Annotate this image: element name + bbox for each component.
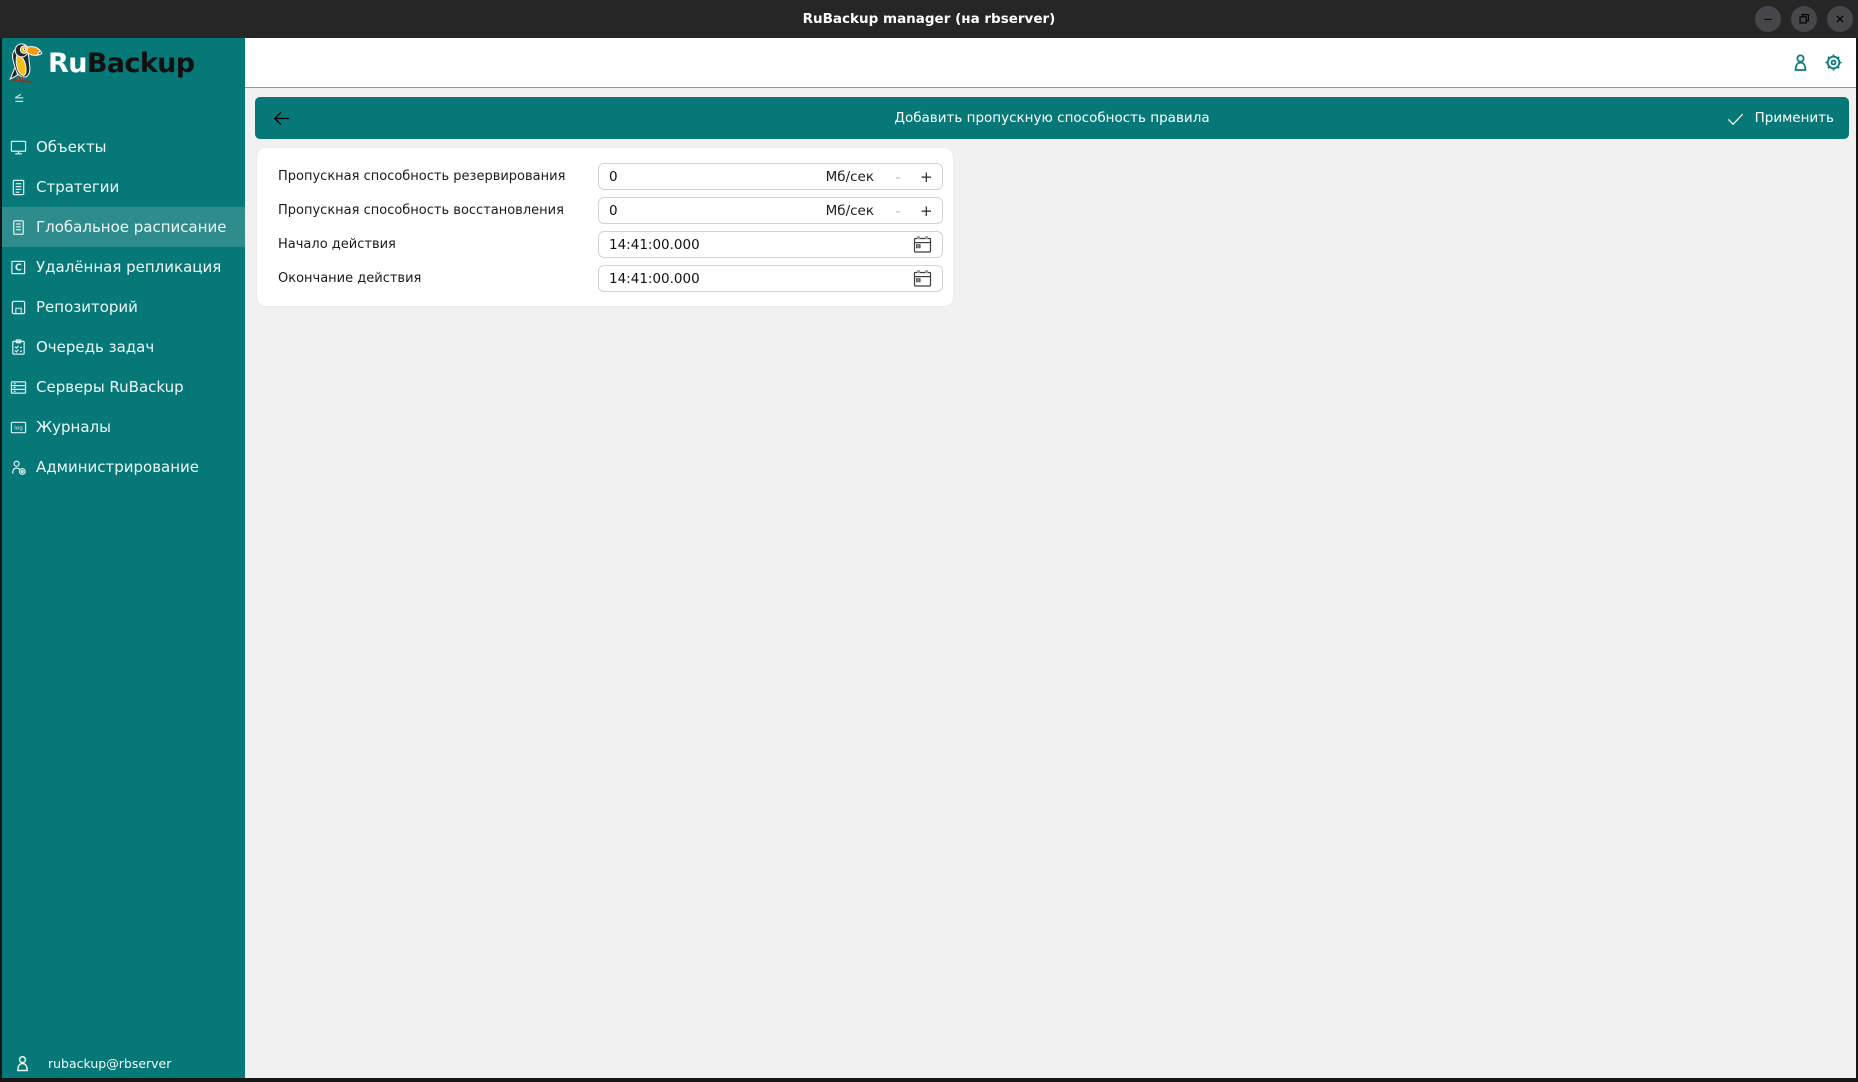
collapse-row	[0, 88, 245, 110]
sidebar-item-remote-replication[interactable]: C Удалённая репликация	[0, 247, 245, 287]
window-border-left	[0, 38, 2, 1082]
field-value: 0	[609, 202, 618, 219]
sidebar-item-task-queue[interactable]: Очередь задач	[0, 327, 245, 367]
servers-icon	[10, 379, 27, 396]
form-rows: Пропускная способность резервирования 0 Мб…	[278, 163, 953, 292]
field-label: Начало действия	[278, 237, 396, 252]
backup-bandwidth-input[interactable]: 0 Мб/сек - +	[598, 163, 943, 190]
restore-button[interactable]	[1791, 6, 1817, 32]
top-toolbar	[245, 38, 1858, 88]
logo-ru: Ru	[48, 47, 87, 79]
sidebar-item-label: Администрирование	[36, 458, 200, 476]
schedule-icon	[10, 219, 27, 236]
sidebar-item-label: Репозиторий	[36, 298, 138, 316]
sidebar-item-logs[interactable]: log Журналы	[0, 407, 245, 447]
repository-icon	[10, 299, 27, 316]
start-time-input[interactable]: 14:41:00.000 0	[598, 231, 943, 258]
user-row: rubackup@rbserver	[13, 1054, 171, 1073]
sidebar-item-objects[interactable]: Объекты	[0, 127, 245, 167]
sidebar-item-label: Удалённая репликация	[36, 258, 222, 276]
form-row-start-time: Начало действия 14:41:00.000 0	[278, 231, 953, 258]
calendar-icon[interactable]: 0	[913, 269, 932, 288]
user-icon[interactable]	[1790, 52, 1811, 73]
form-row-backup-bandwidth: Пропускная способность резервирования 0 Мб…	[278, 163, 953, 190]
window-controls	[1755, 6, 1853, 32]
check-icon	[1725, 108, 1746, 129]
minimize-icon	[1761, 12, 1775, 26]
window-border-bottom	[0, 1078, 1858, 1082]
sidebar: RuBackup Объекты Стратегии Глобальное расп…	[0, 38, 245, 1082]
window-title: RuBackup manager (на rbserver)	[802, 11, 1056, 27]
apply-button-label: Применить	[1754, 110, 1834, 126]
replication-icon: C	[10, 259, 27, 276]
minimize-button[interactable]	[1755, 6, 1781, 32]
sidebar-nav: Объекты Стратегии Глобальное расписание C Уд…	[0, 127, 245, 487]
sidebar-item-label: Объекты	[36, 138, 107, 156]
sidebar-item-label: Журналы	[36, 418, 111, 436]
back-button[interactable]	[270, 107, 293, 130]
page-title: Добавить пропускную способность правила	[894, 110, 1210, 126]
svg-text:C: C	[15, 262, 22, 273]
task-queue-icon	[10, 338, 27, 356]
arrow-left-icon	[270, 107, 293, 130]
field-value: 0	[609, 168, 618, 185]
close-button[interactable]	[1827, 6, 1853, 32]
logged-in-user: rubackup@rbserver	[48, 1056, 172, 1071]
gear-icon[interactable]	[1823, 52, 1844, 73]
calendar-icon[interactable]: 0	[913, 235, 932, 254]
logo-text: RuBackup	[48, 50, 195, 77]
sidebar-item-label: Очередь задач	[36, 338, 155, 356]
sidebar-item-label: Стратегии	[36, 178, 120, 196]
collapse-sidebar-icon[interactable]	[11, 91, 28, 108]
logo: RuBackup	[0, 38, 245, 88]
main-area: Добавить пропускную способность правила …	[245, 38, 1858, 1082]
sidebar-item-administration[interactable]: Администрирование	[0, 447, 245, 487]
increment-button[interactable]: +	[920, 168, 933, 186]
svg-text:log: log	[14, 425, 23, 431]
field-value: 14:41:00.000	[609, 270, 700, 287]
increment-button[interactable]: +	[920, 202, 933, 220]
end-time-input[interactable]: 14:41:00.000 0	[598, 265, 943, 292]
unit-label: Мб/сек	[825, 202, 874, 219]
app-window: RuBackup manager (на rbserver) RuBackup …	[0, 0, 1858, 1082]
toucan-logo-icon	[7, 42, 43, 85]
page-header: Добавить пропускную способность правила …	[255, 97, 1849, 139]
close-icon	[1833, 12, 1847, 26]
content-area: Добавить пропускную способность правила …	[245, 88, 1858, 1082]
sidebar-item-strategies[interactable]: Стратегии	[0, 167, 245, 207]
user-icon	[13, 1054, 32, 1073]
form-row-restore-bandwidth: Пропускная способность восстановления 0 Мб…	[278, 197, 953, 224]
logs-icon: log	[10, 419, 27, 436]
monitor-icon	[10, 139, 27, 156]
restore-bandwidth-input[interactable]: 0 Мб/сек - +	[598, 197, 943, 224]
sidebar-item-global-schedule[interactable]: Глобальное расписание	[0, 207, 245, 247]
decrement-button[interactable]: -	[893, 202, 903, 220]
sidebar-item-label: Серверы RuBackup	[36, 378, 184, 396]
unit-label: Мб/сек	[825, 168, 874, 185]
logo-backup: Backup	[86, 47, 195, 79]
sidebar-item-repository[interactable]: Репозиторий	[0, 287, 245, 327]
field-label: Пропускная способность резервирования	[278, 169, 566, 184]
field-value: 14:41:00.000	[609, 236, 700, 253]
restore-icon	[1797, 12, 1811, 26]
field-label: Окончание действия	[278, 271, 422, 286]
titlebar: RuBackup manager (на rbserver)	[0, 0, 1858, 38]
admin-gear-icon	[10, 459, 27, 476]
sidebar-item-label: Глобальное расписание	[36, 218, 227, 236]
form-card: Пропускная способность резервирования 0 Мб…	[257, 148, 953, 306]
decrement-button[interactable]: -	[893, 168, 903, 186]
sidebar-item-servers[interactable]: Серверы RuBackup	[0, 367, 245, 407]
form-row-end-time: Окончание действия 14:41:00.000 0	[278, 265, 953, 292]
field-label: Пропускная способность восстановления	[278, 203, 564, 218]
apply-button[interactable]: Применить	[1725, 108, 1834, 129]
document-icon	[10, 179, 27, 196]
